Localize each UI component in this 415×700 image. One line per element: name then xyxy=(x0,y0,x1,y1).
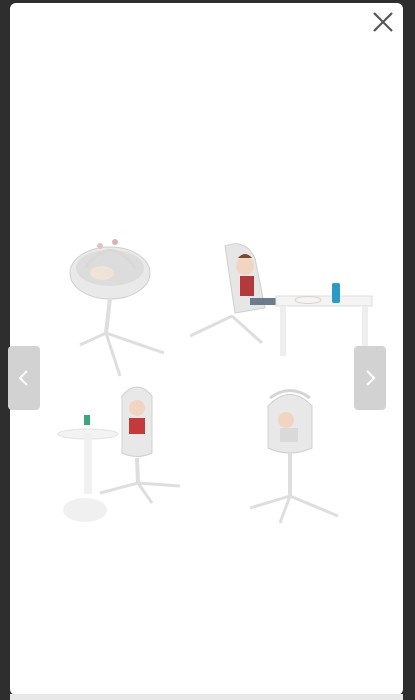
previous-image-button[interactable] xyxy=(8,346,40,410)
recliner-configuration xyxy=(189,243,373,386)
product-image xyxy=(57,239,373,524)
chair-configuration xyxy=(249,389,339,524)
next-image-button[interactable] xyxy=(354,346,386,410)
chevron-left-icon xyxy=(18,370,28,386)
highchair-configuration xyxy=(57,386,181,522)
close-button[interactable] xyxy=(370,9,396,35)
close-icon xyxy=(373,12,393,32)
bottom-edge xyxy=(10,694,403,700)
bassinet-configuration xyxy=(69,239,165,377)
chevron-right-icon xyxy=(366,370,376,386)
image-lightbox xyxy=(10,3,403,695)
